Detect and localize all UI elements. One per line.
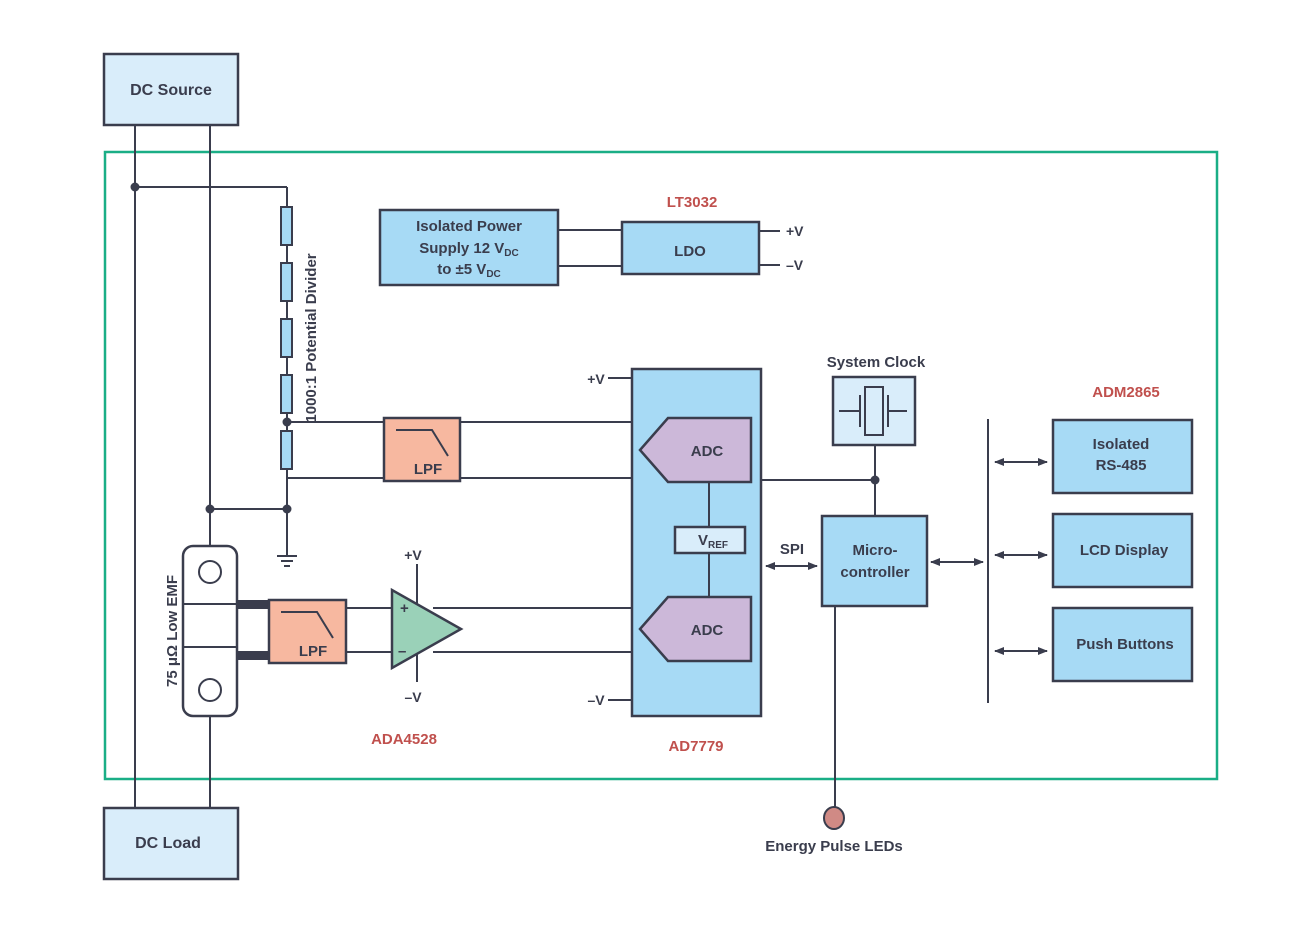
amp-plus-label: + [400, 600, 409, 617]
divider-label: 1000:1 Potential Divider [303, 253, 320, 422]
lcd-label: LCD Display [1080, 542, 1169, 559]
leds-label: Energy Pulse LEDs [765, 838, 903, 855]
lpf-label: LPF [299, 643, 327, 660]
isolated-power-supply: Isolated Power Supply 12 VDC to ±5 VDC [378, 208, 622, 287]
junction-dot [205, 504, 215, 514]
ldo-pos-label: +V [786, 223, 804, 239]
adc-top-label: ADC [691, 443, 724, 460]
energy-pulse-leds: Energy Pulse LEDs [765, 806, 903, 855]
resistor [280, 374, 293, 414]
spi-label: SPI [780, 541, 804, 558]
mcu-label-line1: Micro- [853, 542, 898, 559]
adc-pos-supply-label: +V [587, 371, 605, 387]
amp-part-label: ADA4528 [371, 731, 437, 748]
adc-chip: +V –V ADC ADC VREF AD7779 [587, 367, 763, 755]
resistor [280, 430, 293, 470]
ldo-neg-label: –V [786, 257, 804, 273]
ground-icon [277, 555, 297, 567]
shunt-resistor: 75 μΩ Low EMF [164, 544, 269, 718]
energy-meter-block-diagram: DC Source DC Load 1000:1 Potential Divid… [102, 52, 1219, 881]
dc-load-label: DC Load [135, 835, 201, 852]
lpf-label: LPF [414, 461, 442, 478]
microcontroller: Micro- controller SPI [765, 514, 984, 808]
resistor [280, 262, 293, 302]
rs485-label-line2: RS-485 [1096, 457, 1147, 474]
shunt-label: 75 μΩ Low EMF [164, 575, 181, 687]
adc-neg-supply-label: –V [587, 692, 605, 708]
mcu-label-line2: controller [840, 564, 909, 581]
push-buttons-block: Push Buttons [1051, 606, 1194, 683]
system-clock: System Clock [761, 354, 926, 516]
ldo-label: LDO [674, 243, 706, 260]
adc-bottom-label: ADC [691, 622, 724, 639]
ldo-block: LDO LT3032 +V –V [620, 194, 804, 276]
junction-dot [870, 475, 880, 485]
amplifier: + – +V –V ADA4528 [371, 547, 668, 748]
amp-neg-supply-label: –V [404, 689, 422, 705]
resistor [280, 318, 293, 358]
rs485-block: Isolated RS-485 [1051, 418, 1194, 495]
current-lpf: LPF [267, 598, 393, 665]
potential-divider: 1000:1 Potential Divider [277, 206, 320, 567]
push-buttons-label: Push Buttons [1076, 636, 1174, 653]
dc-source-label: DC Source [130, 82, 212, 99]
rs485-label-line1: Isolated [1093, 436, 1150, 453]
amp-minus-label: – [398, 643, 406, 660]
junction-dot [130, 182, 140, 192]
lcd-display-block: LCD Display [1051, 512, 1194, 589]
dc-source-block: DC Source [102, 52, 240, 127]
dc-load-block: DC Load [102, 806, 240, 881]
resistor [280, 206, 293, 246]
voltage-lpf: LPF [287, 416, 668, 483]
led-icon [823, 806, 845, 830]
system-clock-label: System Clock [827, 354, 926, 371]
power-supply-line1: Isolated Power [416, 218, 522, 235]
rs485-part-label: ADM2865 [1092, 384, 1160, 401]
junction-dot [282, 504, 292, 514]
adc-part-label: AD7779 [668, 738, 723, 755]
amp-pos-supply-label: +V [404, 547, 422, 563]
power-supply-line2: Supply 12 VDC [419, 240, 518, 259]
peripheral-bus: ADM2865 Isolated RS-485 LCD Display Push… [987, 384, 1194, 703]
ldo-part-label: LT3032 [667, 194, 718, 211]
